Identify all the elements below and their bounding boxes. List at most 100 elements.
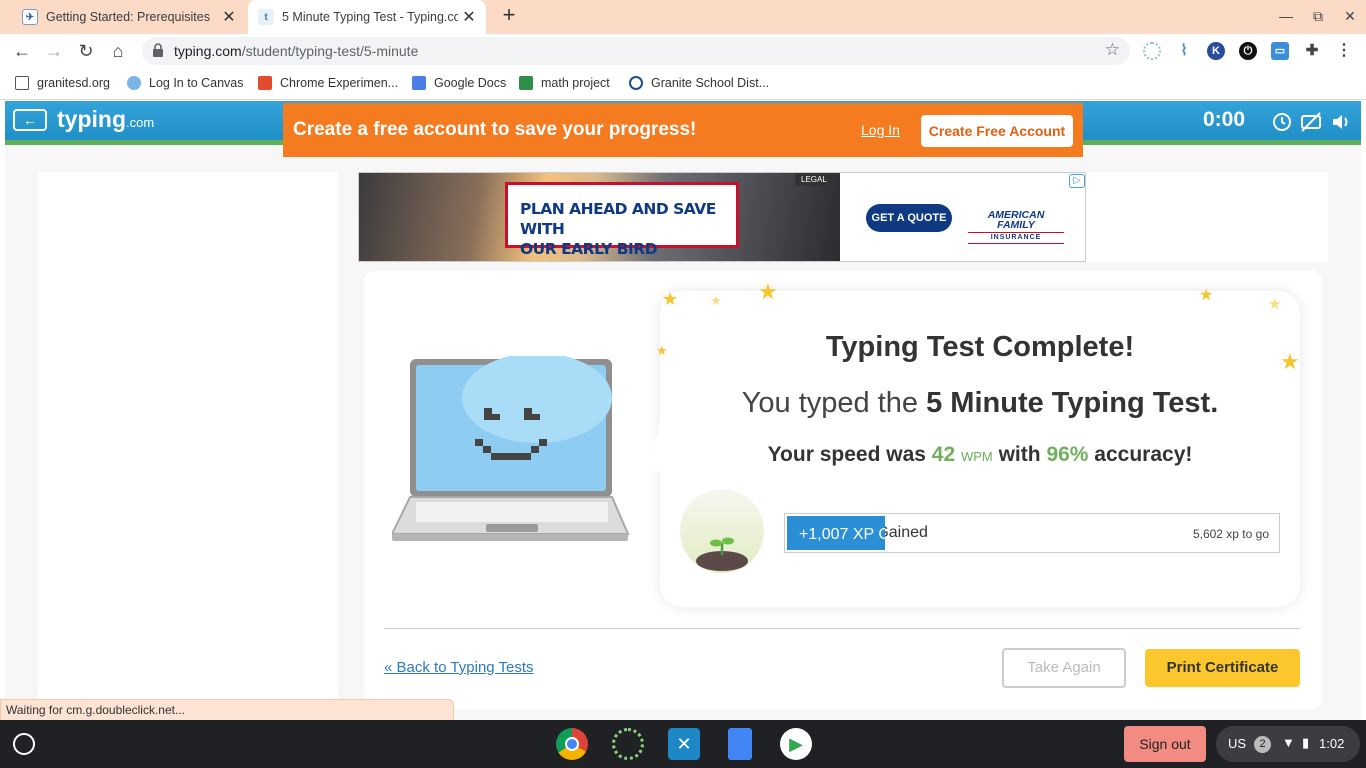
bookmark-label: Chrome Experimen... — [280, 76, 399, 90]
math-project-icon — [519, 76, 533, 90]
result-test-name: You typed the 5 Minute Typing Test. — [660, 387, 1300, 420]
bookmark-granite-school[interactable]: Granite School Dist... — [629, 76, 769, 90]
url-text: typing.com/student/typing-test/5-minute — [174, 43, 418, 59]
battery-icon: ▮ — [1302, 735, 1310, 750]
address-bar[interactable]: typing.com/student/typing-test/5-minute … — [142, 37, 1130, 65]
google-docs-icon — [412, 76, 426, 90]
ad-legal-tag: LEGAL — [795, 173, 833, 186]
xp-progress-fill: +1,007 XP Gained — [787, 516, 885, 550]
take-again-button[interactable]: Take Again — [1002, 648, 1126, 688]
bookmark-label: Google Docs — [434, 76, 507, 90]
history-icon[interactable] — [1270, 111, 1292, 133]
back-to-tests-link[interactable]: « Back to Typing Tests — [384, 659, 534, 676]
k-extension-icon[interactable]: K — [1207, 42, 1225, 60]
sound-icon[interactable] — [1330, 111, 1352, 133]
reload-icon[interactable]: ↻ — [75, 40, 97, 62]
accuracy-value: 96% — [1046, 443, 1089, 466]
bookmark-math-project[interactable]: math project — [519, 76, 610, 90]
star-icon: ★ — [656, 343, 668, 358]
screen-extension-icon[interactable]: ▭ — [1271, 42, 1289, 60]
typed-test-name: 5 Minute Typing Test. — [926, 387, 1219, 419]
divider — [384, 628, 1300, 629]
sign-out-button[interactable]: Sign out — [1124, 726, 1206, 762]
result-title: Typing Test Complete! — [825, 331, 1135, 363]
close-tab-icon[interactable]: ✕ — [218, 7, 240, 27]
browser-toolbar: ← → ↻ ⌂ typing.com/student/typing-test/5… — [0, 34, 1366, 68]
status-bubble: Waiting for cm.g.doubleclick.net... — [0, 699, 454, 720]
back-arrow-button[interactable]: ← — [13, 109, 47, 131]
xp-gained-label: +1,007 XP Gained — [799, 526, 885, 543]
star-icon: ★ — [662, 289, 679, 309]
keyboard-hidden-icon[interactable] — [1300, 111, 1322, 133]
restore-icon[interactable]: ⧉ — [1308, 8, 1328, 25]
tab-getting-started[interactable]: ✈ Getting Started: Prerequisites ✕ — [8, 0, 246, 34]
bookmark-google-docs[interactable]: Google Docs — [412, 76, 506, 90]
home-icon[interactable]: ⌂ — [107, 40, 129, 62]
adchoices-icon[interactable]: ▷ — [1069, 174, 1085, 188]
xp-to-go: 5,602 xp to go — [1192, 527, 1269, 541]
ad-brand-line-2: INSURANCE — [968, 232, 1064, 244]
ad-brand-line-1: AMERICAN FAMILY — [987, 209, 1045, 231]
chrome-app-icon[interactable] — [556, 728, 588, 760]
advertisement[interactable]: PLAN AHEAD AND SAVE WITH OUR EARLY BIRD … — [358, 172, 1086, 262]
folder-icon — [15, 76, 29, 90]
broom-extension-icon[interactable]: ⌇ — [1175, 42, 1193, 60]
power-extension-icon[interactable]: ⏻ — [1239, 42, 1257, 60]
bookmark-star-icon[interactable]: ☆ — [1105, 40, 1120, 60]
bookmark-label: granitesd.org — [37, 76, 110, 90]
speed-suffix: accuracy! — [1088, 443, 1193, 466]
bubble-tail — [636, 417, 672, 473]
minimize-icon[interactable]: — — [1276, 8, 1296, 24]
ad-side-space — [1086, 172, 1328, 262]
bookmark-canvas[interactable]: Log In to Canvas — [127, 76, 244, 90]
forward-icon[interactable]: → — [43, 40, 65, 62]
laptop-mascot-icon — [392, 356, 630, 541]
system-tray[interactable]: US 2 ▼ ▮ 1:02 — [1216, 726, 1360, 762]
canvas-favicon-icon: ✈ — [22, 9, 38, 25]
login-link[interactable]: Log In — [861, 122, 900, 138]
test-timer: 0:00 — [1203, 108, 1246, 131]
granite-g-icon — [629, 76, 643, 90]
loading-extension-icon[interactable] — [1143, 42, 1161, 60]
bookmark-label: Granite School Dist... — [651, 76, 770, 90]
ad-quote-button[interactable]: GET A QUOTE — [866, 204, 952, 232]
url-host: typing.com — [174, 43, 242, 59]
star-icon: ★ — [710, 293, 722, 308]
launcher-icon[interactable] — [13, 733, 35, 755]
play-store-app-icon[interactable]: ▶ — [780, 728, 812, 760]
typing-logo[interactable]: typing.com — [57, 106, 154, 133]
ad-headline-line-1: PLAN AHEAD AND SAVE WITH — [520, 200, 716, 238]
google-docs-app-icon[interactable] — [728, 728, 752, 760]
canvas-icon — [127, 76, 141, 90]
create-account-button[interactable]: Create Free Account — [921, 115, 1073, 147]
new-tab-button[interactable]: + — [498, 4, 520, 28]
extensions-puzzle-icon[interactable]: ✚ — [1303, 42, 1321, 60]
typed-prefix: You typed the — [741, 387, 927, 419]
stickman-app-icon[interactable]: ✕ — [668, 728, 700, 760]
wpm-value: 42 — [931, 443, 956, 466]
wpm-unit: WPM — [960, 449, 993, 464]
window-close-icon[interactable]: ✕ — [1340, 8, 1360, 25]
wifi-icon: ▼ — [1282, 735, 1295, 750]
typing-favicon-icon: t — [258, 9, 274, 25]
chrome-menu-icon[interactable]: ⋮ — [1335, 42, 1353, 60]
speed-mid: with — [992, 443, 1047, 466]
bookmark-granitesd[interactable]: granitesd.org — [15, 76, 110, 90]
signup-banner: Create a free account to save your progr… — [283, 103, 1083, 157]
star-icon: ★ — [1268, 296, 1282, 313]
tab-title: 5 Minute Typing Test - Typing.com — [282, 10, 458, 24]
tab-title: Getting Started: Prerequisites — [46, 10, 210, 24]
back-icon[interactable]: ← — [11, 40, 33, 62]
sprout-avatar-icon — [680, 489, 764, 573]
bookmark-label: math project — [541, 76, 610, 90]
ad-brand-logo: AMERICAN FAMILY INSURANCE — [968, 210, 1064, 244]
close-tab-icon[interactable]: ✕ — [458, 7, 480, 27]
print-certificate-button[interactable]: Print Certificate — [1145, 649, 1300, 687]
loading-app-icon[interactable] — [612, 728, 644, 760]
bookmarks-bar: granitesd.org Log In to Canvas Chrome Ex… — [0, 68, 1366, 100]
speed-prefix: Your speed was — [767, 443, 932, 466]
tab-typing-test[interactable]: t 5 Minute Typing Test - Typing.com ✕ — [248, 0, 486, 34]
bookmark-chrome-experiments[interactable]: Chrome Experimen... — [258, 76, 398, 90]
star-icon: ★ — [1280, 349, 1300, 374]
star-icon: ★ — [758, 279, 778, 304]
